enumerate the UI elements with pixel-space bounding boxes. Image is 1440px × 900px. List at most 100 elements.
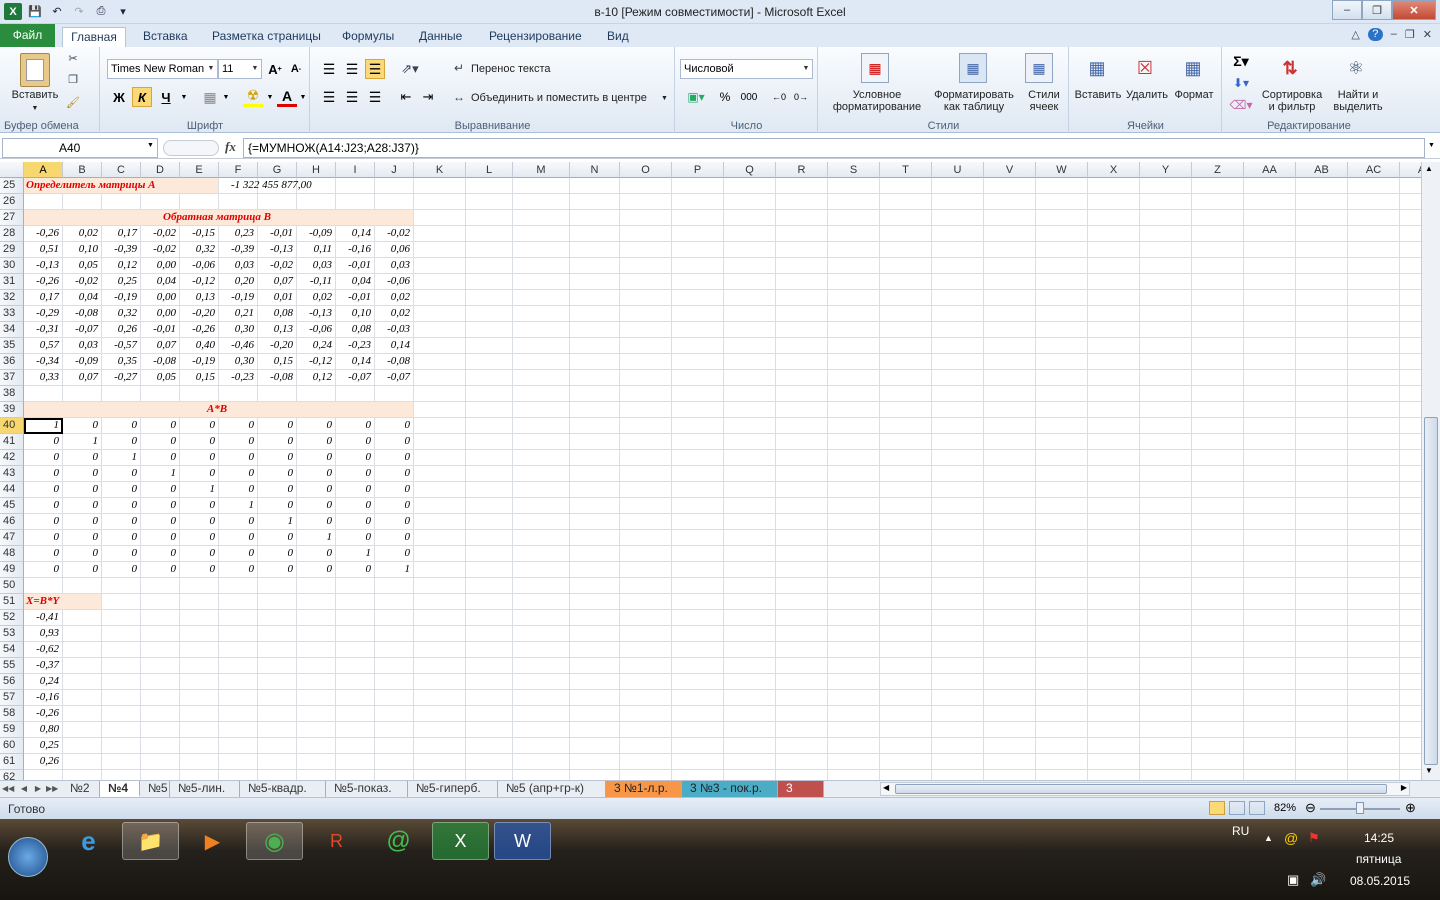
grid-cell[interactable] [1244,466,1296,482]
grid-cell[interactable] [513,530,570,546]
grid-cell[interactable] [724,402,776,418]
inverse-matrix-cell[interactable]: -0,23 [219,370,258,386]
grid-cell[interactable] [880,386,932,402]
grid-cell[interactable] [1400,178,1421,194]
grid-cell[interactable] [672,514,724,530]
row-header[interactable]: 41 [0,434,24,450]
grid-cell[interactable] [414,402,466,418]
internet-explorer-icon[interactable]: e [60,822,117,860]
grid-cell[interactable] [724,194,776,210]
grid-cell[interactable] [1036,482,1088,498]
decrease-decimal-icon[interactable]: 0→ [792,88,810,106]
grid-cell[interactable] [1348,626,1400,642]
grid-cell[interactable] [513,754,570,770]
inverse-matrix-cell[interactable]: 0,30 [219,322,258,338]
inverse-matrix-cell[interactable]: 0,04 [141,274,180,290]
grid-cell[interactable] [1088,258,1140,274]
grid-cell[interactable] [932,754,984,770]
grid-cell[interactable] [1296,674,1348,690]
grid-cell[interactable] [570,706,620,722]
grid-cell[interactable] [570,418,620,434]
grid-cell[interactable] [932,338,984,354]
grid-cell[interactable] [828,722,880,738]
grid-cell[interactable] [724,226,776,242]
sheet-tab[interactable]: №5 (апр+гр-к) [498,781,606,797]
product-matrix-cell[interactable]: 1 [297,530,336,546]
grid-cell[interactable] [466,738,513,754]
grid-cell[interactable] [1140,338,1192,354]
row-header[interactable]: 56 [0,674,24,690]
grid-cell[interactable] [570,626,620,642]
grid-cell[interactable] [414,642,466,658]
product-matrix-cell[interactable]: 0 [141,514,180,530]
column-header[interactable]: X [1088,162,1140,178]
grid-cell[interactable] [776,322,828,338]
grid-cell[interactable] [1036,530,1088,546]
grid-cell[interactable] [1244,578,1296,594]
grid-cell[interactable] [1088,754,1140,770]
sort-filter-icon[interactable]: ⇅ [1275,53,1305,83]
inverse-matrix-cell[interactable]: 0,24 [297,338,336,354]
grid-cell[interactable] [513,770,570,780]
grid-cell[interactable] [1140,738,1192,754]
grid-cell[interactable] [932,658,984,674]
grid-cell[interactable] [414,546,466,562]
grid-cell[interactable] [466,530,513,546]
grid-cell[interactable] [1400,738,1421,754]
grid-cell[interactable] [880,754,932,770]
inverse-matrix-cell[interactable]: -0,06 [297,322,336,338]
grid-cell[interactable] [620,626,672,642]
grid-cell[interactable] [513,450,570,466]
grid-cell[interactable] [375,626,414,642]
product-matrix-cell[interactable]: 0 [141,530,180,546]
inverse-matrix-cell[interactable]: -0,12 [180,274,219,290]
font-color-icon[interactable]: A [277,87,297,107]
grid-cell[interactable] [141,658,180,674]
grid-cell[interactable] [1348,562,1400,578]
grid-cell[interactable] [102,690,141,706]
grid-cell[interactable] [466,258,513,274]
grid-cell[interactable] [880,306,932,322]
grid-cell[interactable] [776,530,828,546]
bold-button[interactable]: Ж [109,87,129,107]
sheet-tab[interactable]: №5 [140,781,170,797]
grid-cell[interactable] [1400,674,1421,690]
grid-cell[interactable] [466,482,513,498]
product-matrix-cell[interactable]: 1 [180,482,219,498]
grid-cell[interactable] [1348,674,1400,690]
grid-cell[interactable] [880,370,932,386]
grid-cell[interactable] [1192,418,1244,434]
zoom-in-icon[interactable]: ⊕ [1405,800,1416,816]
grid-cell[interactable] [1400,754,1421,770]
grid-cell[interactable] [1192,402,1244,418]
grid-cell[interactable] [570,210,620,226]
grid-cell[interactable] [880,642,932,658]
grid-cell[interactable] [1296,338,1348,354]
grid-cell[interactable] [1192,626,1244,642]
grid-cell[interactable] [180,722,219,738]
grid-cell[interactable] [1400,386,1421,402]
sheet-tab[interactable]: №5-квадр. [240,781,326,797]
grid-cell[interactable] [24,770,63,780]
determinant-label[interactable]: Определитель матрицы A [24,178,219,194]
grid-cell[interactable] [1400,290,1421,306]
workbook-close-icon[interactable]: ✕ [1423,28,1432,41]
grid-cell[interactable] [258,738,297,754]
inverse-matrix-cell[interactable]: -0,09 [63,354,102,370]
column-header[interactable]: AB [1296,162,1348,178]
grid-cell[interactable] [1192,658,1244,674]
grid-cell[interactable] [1348,402,1400,418]
grid-cell[interactable] [1036,690,1088,706]
grid-cell[interactable] [1192,338,1244,354]
grid-cell[interactable] [1296,498,1348,514]
grid-cell[interactable] [102,594,141,610]
grid-cell[interactable] [724,466,776,482]
grid-cell[interactable] [102,754,141,770]
inverse-matrix-cell[interactable]: 0,05 [141,370,180,386]
grid-cell[interactable] [258,626,297,642]
grid-cell[interactable] [620,290,672,306]
product-matrix-cell[interactable]: 0 [297,514,336,530]
grid-cell[interactable] [1140,546,1192,562]
grid-cell[interactable] [984,370,1036,386]
grid-cell[interactable] [672,722,724,738]
